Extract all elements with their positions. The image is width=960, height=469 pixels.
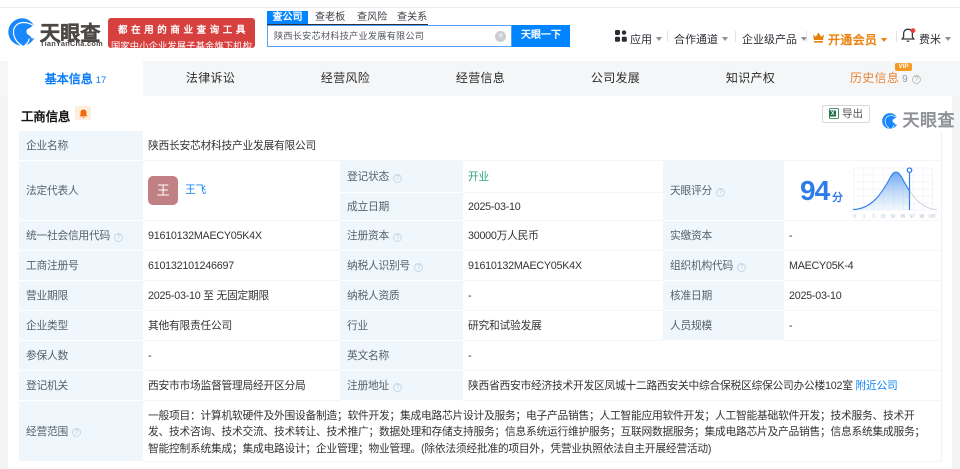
svg-text:3: 3 [872,214,875,219]
svg-text:85: 85 [901,214,906,219]
svg-text:1: 1 [863,214,866,219]
svg-text:15: 15 [881,214,886,219]
svg-text:100: 100 [929,214,937,219]
svg-text:97: 97 [910,214,915,219]
svg-text:X: X [831,111,835,117]
svg-text:99: 99 [920,214,925,219]
svg-text:50: 50 [891,214,896,219]
svg-text:0: 0 [853,214,856,219]
